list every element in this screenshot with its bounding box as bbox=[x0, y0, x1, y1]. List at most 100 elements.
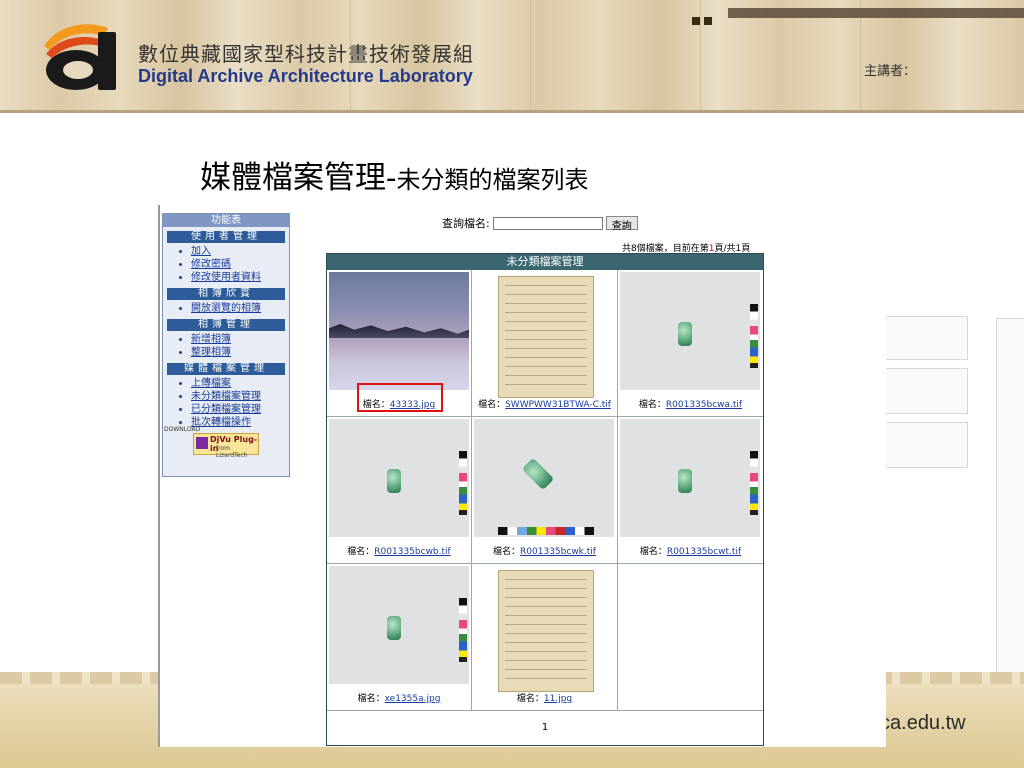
file-name-link[interactable]: R001335bcwa.tif bbox=[666, 400, 742, 410]
file-caption: 檔名：SWWPWW31BTWA-C.tif bbox=[472, 397, 617, 410]
search-bar: 查詢檔名: 查詢 bbox=[442, 215, 638, 232]
thumb-jade-object bbox=[387, 469, 401, 493]
slide-title-main: 媒體檔案管理- bbox=[200, 160, 397, 196]
file-cell: 檔名：SWWPWW31BTWA-C.tif bbox=[472, 270, 618, 417]
sidebar-item[interactable]: 加入 bbox=[191, 245, 289, 258]
sidebar-item[interactable]: 新增相簿 bbox=[191, 333, 289, 346]
header-banner: 數位典藏國家型科技計畫技術發展組 Digital Archive Archite… bbox=[0, 0, 1024, 113]
thumb-jade-object bbox=[678, 469, 692, 493]
plugin-download-label: DOWNLOAD bbox=[164, 426, 201, 433]
sidebar-section-list: 新增相簿整理相簿 bbox=[163, 333, 289, 359]
sidebar-section-list: 加入修改密碼修改使用者資料 bbox=[163, 245, 289, 284]
file-thumbnail-jade[interactable] bbox=[620, 419, 760, 537]
background-frame bbox=[880, 316, 968, 360]
thumb-jade-object bbox=[521, 457, 555, 491]
slide-title: 媒體檔案管理-未分類的檔案列表 bbox=[200, 152, 588, 197]
banner-divider bbox=[530, 0, 531, 110]
file-thumbnail-jade[interactable] bbox=[474, 419, 614, 537]
thumb-color-chart bbox=[498, 527, 594, 535]
sidebar-section-list: 上傳檔案未分類檔案管理已分類檔案管理批次轉檔操作 bbox=[163, 377, 289, 429]
slide-title-sub: 未分類的檔案列表 bbox=[396, 166, 589, 194]
org-name-chinese: 數位典藏國家型科技計畫技術發展組 bbox=[138, 42, 474, 66]
sidebar-menu: 功能表 使用者管理加入修改密碼修改使用者資料相簿欣賞開放瀏覽的相簿相簿管理新增相… bbox=[162, 213, 290, 477]
sidebar-item[interactable]: 上傳檔案 bbox=[191, 377, 289, 390]
grid-header: 未分類檔案管理 bbox=[327, 254, 763, 270]
background-frame bbox=[880, 422, 968, 468]
file-cell: 檔名：R001335bcwa.tif bbox=[618, 270, 763, 417]
djvu-icon bbox=[196, 437, 208, 449]
thumb-color-chart bbox=[750, 304, 758, 368]
sidebar-item[interactable]: 整理相簿 bbox=[191, 346, 289, 359]
empty-cell bbox=[618, 564, 763, 711]
thumb-jade-object bbox=[387, 616, 401, 640]
file-name-label: 檔名： bbox=[357, 694, 385, 704]
app-screenshot: 功能表 使用者管理加入修改密碼修改使用者資料相簿欣賞開放瀏覽的相簿相簿管理新增相… bbox=[158, 205, 886, 747]
plugin-sub: from LizardTech bbox=[216, 445, 248, 459]
file-name-label: 檔名： bbox=[493, 547, 521, 557]
djvu-plugin-button[interactable]: DOWNLOAD DjVu Plug-in from LizardTech bbox=[164, 426, 259, 459]
speaker-label: 主講者： bbox=[864, 64, 917, 79]
sidebar-item[interactable]: 批次轉檔操作 bbox=[191, 416, 289, 429]
thumb-color-chart bbox=[459, 451, 467, 515]
file-cell: 檔名：43333.jpg bbox=[327, 270, 472, 417]
decorative-bar bbox=[728, 8, 1024, 18]
file-cell: 檔名：R001335bcwb.tif bbox=[327, 417, 472, 564]
sidebar-item[interactable]: 開放瀏覽的相簿 bbox=[191, 302, 289, 315]
sidebar-item[interactable]: 修改密碼 bbox=[191, 258, 289, 271]
sidebar-top-label: 功能表 bbox=[163, 214, 289, 227]
pager: 1 bbox=[327, 711, 763, 745]
org-name-english: Digital Archive Architecture Laboratory bbox=[138, 66, 473, 86]
sidebar-item[interactable]: 未分類檔案管理 bbox=[191, 390, 289, 403]
file-name-label: 檔名： bbox=[347, 547, 375, 557]
file-name-link[interactable]: R001335bcwb.tif bbox=[374, 547, 450, 557]
sidebar-section-list: 開放瀏覽的相簿 bbox=[163, 302, 289, 315]
file-cell: 檔名：xe1355a.jpg bbox=[327, 564, 472, 711]
file-grid: 未分類檔案管理 檔名：43333.jpg 檔名：SWWPWW31BTWA-C.ti… bbox=[326, 253, 764, 746]
file-thumbnail-landscape[interactable] bbox=[329, 272, 469, 390]
file-caption: 檔名：R001335bcwt.tif bbox=[618, 544, 763, 557]
sidebar-item[interactable]: 修改使用者資料 bbox=[191, 271, 289, 284]
pager-page-link[interactable]: 1 bbox=[542, 722, 548, 733]
file-thumbnail-jade[interactable] bbox=[329, 419, 469, 537]
thumb-paper bbox=[498, 276, 594, 398]
sidebar-section-title: 相簿管理 bbox=[167, 319, 285, 331]
file-thumbnail-jade[interactable] bbox=[329, 566, 469, 684]
file-thumbnail-document[interactable] bbox=[474, 566, 614, 692]
file-name-label: 檔名： bbox=[639, 547, 667, 557]
sidebar-section-title: 使用者管理 bbox=[167, 231, 285, 243]
thumb-color-chart bbox=[750, 451, 758, 515]
background-frame bbox=[996, 318, 1024, 700]
background-frame bbox=[880, 368, 968, 414]
thumb-color-chart bbox=[459, 598, 467, 662]
file-caption: 檔名：R001335bcwa.tif bbox=[618, 397, 763, 410]
thumb-jade-object bbox=[678, 322, 692, 346]
highlight-box bbox=[357, 383, 443, 412]
file-cell: 檔名：R001335bcwk.tif bbox=[472, 417, 618, 564]
sidebar-section-title: 相簿欣賞 bbox=[167, 288, 285, 300]
sidebar-item[interactable]: 已分類檔案管理 bbox=[191, 403, 289, 416]
file-name-link[interactable]: xe1355a.jpg bbox=[385, 694, 441, 704]
decorative-dots bbox=[692, 10, 724, 25]
thumb-paper bbox=[498, 570, 594, 692]
file-cell: 檔名：R001335bcwt.tif bbox=[618, 417, 763, 564]
search-input[interactable] bbox=[492, 216, 603, 230]
file-caption: 檔名：xe1355a.jpg bbox=[327, 691, 471, 704]
thumb-ridge bbox=[329, 324, 469, 338]
file-thumbnail-jade[interactable] bbox=[620, 272, 760, 390]
file-name-label: 檔名： bbox=[516, 694, 544, 704]
file-name-link[interactable]: SWWPWW31BTWA-C.tif bbox=[505, 400, 611, 410]
file-name-label: 檔名： bbox=[478, 400, 506, 410]
search-label: 查詢檔名: bbox=[442, 217, 490, 230]
search-button[interactable]: 查詢 bbox=[605, 216, 638, 232]
file-thumbnail-document[interactable] bbox=[474, 272, 614, 398]
file-caption: 檔名：R001335bcwb.tif bbox=[327, 544, 471, 557]
file-name-label: 檔名： bbox=[638, 400, 666, 410]
sidebar-section-title: 媒體檔案管理 bbox=[167, 363, 285, 375]
file-caption: 檔名：R001335bcwk.tif bbox=[472, 544, 617, 557]
file-cell: 檔名：11.jpg bbox=[472, 564, 618, 711]
file-name-link[interactable]: R001335bcwt.tif bbox=[667, 547, 741, 557]
dalab-logo bbox=[38, 18, 122, 94]
file-name-link[interactable]: R001335bcwk.tif bbox=[520, 547, 596, 557]
file-caption: 檔名：11.jpg bbox=[472, 691, 617, 704]
file-name-link[interactable]: 11.jpg bbox=[544, 694, 572, 704]
